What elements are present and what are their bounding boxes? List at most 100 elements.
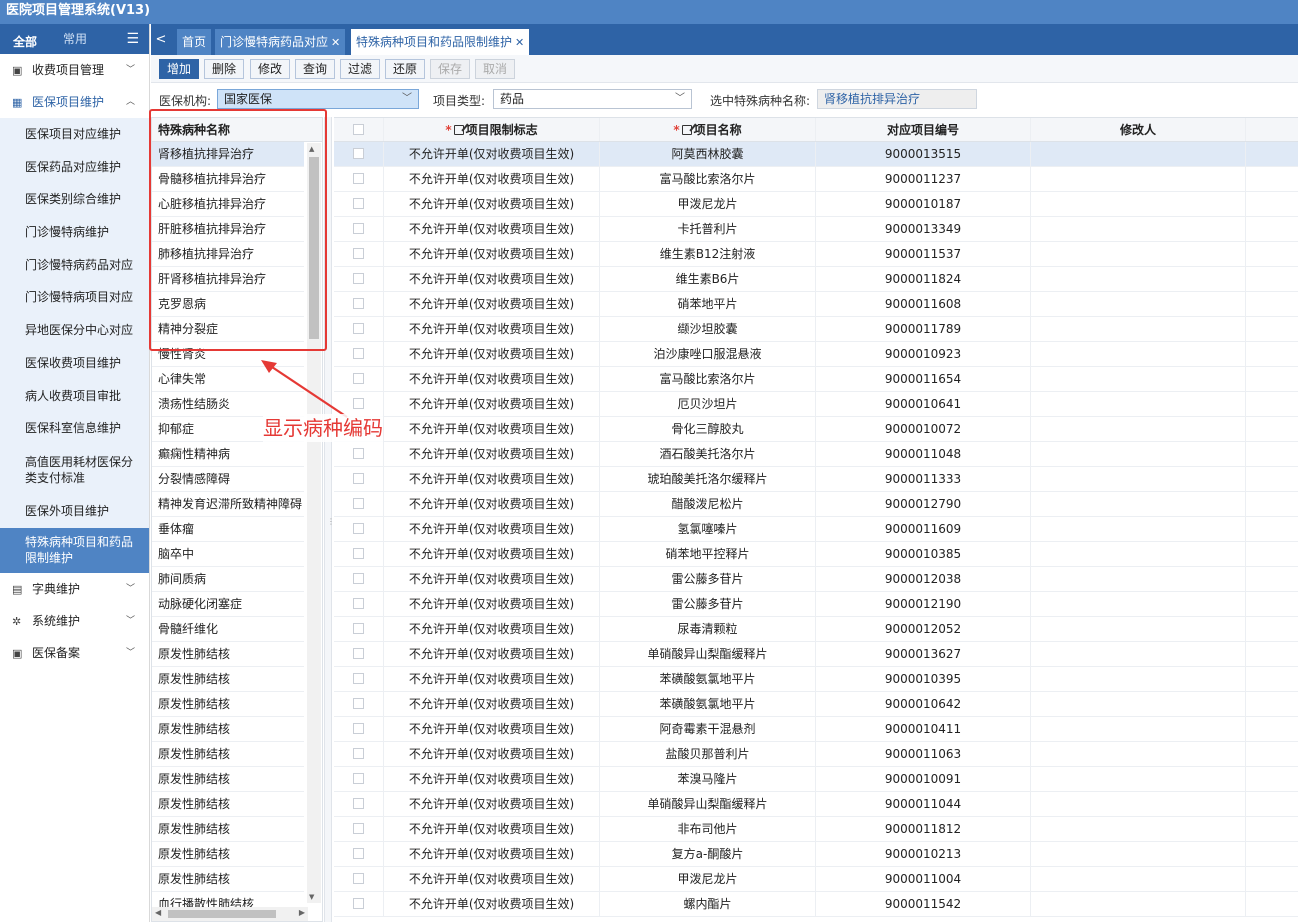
- item-name-cell[interactable]: 硝苯地平片: [600, 292, 816, 316]
- item-code-cell[interactable]: 9000011044: [816, 792, 1031, 816]
- table-row[interactable]: 不允许开单(仅对收费项目生效) 苯溴马隆片 9000010091: [334, 767, 1298, 792]
- item-name-cell[interactable]: 雷公藤多苷片: [600, 592, 816, 616]
- modifier-cell[interactable]: [1031, 842, 1246, 866]
- edit-button[interactable]: 修改: [250, 59, 290, 79]
- disease-list-item[interactable]: 肝脏移植抗排异治疗: [152, 217, 304, 242]
- row-checkbox[interactable]: [334, 717, 384, 741]
- restriction-flag-cell[interactable]: 不允许开单(仅对收费项目生效): [384, 217, 600, 241]
- table-row[interactable]: 不允许开单(仅对收费项目生效) 酒石酸美托洛尔片 9000011048: [334, 442, 1298, 467]
- modifier-cell[interactable]: [1031, 692, 1246, 716]
- modifier-cell[interactable]: [1031, 467, 1246, 491]
- sidebar-item[interactable]: 门诊慢特病项目对应: [0, 281, 149, 314]
- table-row[interactable]: 不允许开单(仅对收费项目生效) 甲泼尼龙片 9000010187: [334, 192, 1298, 217]
- row-checkbox[interactable]: [334, 667, 384, 691]
- item-name-cell[interactable]: 甲泼尼龙片: [600, 867, 816, 891]
- item-name-cell[interactable]: 酒石酸美托洛尔片: [600, 442, 816, 466]
- scrollbar-thumb[interactable]: [168, 910, 276, 918]
- col-restriction-flag[interactable]: * 项目限制标志: [384, 118, 600, 141]
- table-row[interactable]: 不允许开单(仅对收费项目生效) 单硝酸异山梨酯缓释片 9000013627: [334, 642, 1298, 667]
- item-name-cell[interactable]: 甲泼尼龙片: [600, 192, 816, 216]
- row-checkbox[interactable]: [334, 167, 384, 191]
- table-row[interactable]: 不允许开单(仅对收费项目生效) 苯磺酸氨氯地平片 9000010395: [334, 667, 1298, 692]
- restriction-flag-cell[interactable]: 不允许开单(仅对收费项目生效): [384, 192, 600, 216]
- row-checkbox[interactable]: [334, 767, 384, 791]
- disease-list-item[interactable]: 原发性肺结核: [152, 692, 304, 717]
- table-row[interactable]: 不允许开单(仅对收费项目生效) 阿莫西林胶囊 9000013515: [334, 142, 1298, 167]
- restriction-flag-cell[interactable]: 不允许开单(仅对收费项目生效): [384, 642, 600, 666]
- item-name-cell[interactable]: 维生素B6片: [600, 267, 816, 291]
- row-checkbox[interactable]: [334, 392, 384, 416]
- row-checkbox[interactable]: [334, 617, 384, 641]
- row-checkbox[interactable]: [334, 242, 384, 266]
- modifier-cell[interactable]: [1031, 617, 1246, 641]
- table-row[interactable]: 不允许开单(仅对收费项目生效) 醋酸泼尼松片 9000012790: [334, 492, 1298, 517]
- disease-list-item[interactable]: 肾移植抗排异治疗: [152, 142, 304, 167]
- item-code-cell[interactable]: 9000011542: [816, 892, 1031, 916]
- modifier-cell[interactable]: [1031, 717, 1246, 741]
- row-checkbox[interactable]: [334, 692, 384, 716]
- item-name-cell[interactable]: 硝苯地平控释片: [600, 542, 816, 566]
- row-checkbox[interactable]: [334, 842, 384, 866]
- table-row[interactable]: 不允许开单(仅对收费项目生效) 卡托普利片 9000013349: [334, 217, 1298, 242]
- row-checkbox[interactable]: [334, 442, 384, 466]
- sidebar-item[interactable]: 医保科室信息维护: [0, 412, 149, 445]
- item-name-cell[interactable]: 阿奇霉素干混悬剂: [600, 717, 816, 741]
- disease-list-item[interactable]: 原发性肺结核: [152, 767, 304, 792]
- modifier-cell[interactable]: [1031, 242, 1246, 266]
- modifier-cell[interactable]: [1031, 892, 1246, 916]
- sidebar-item[interactable]: 异地医保分中心对应: [0, 314, 149, 347]
- item-code-cell[interactable]: 9000012190: [816, 592, 1031, 616]
- table-row[interactable]: 不允许开单(仅对收费项目生效) 厄贝沙坦片 9000010641: [334, 392, 1298, 417]
- row-checkbox[interactable]: [334, 792, 384, 816]
- restriction-flag-cell[interactable]: 不允许开单(仅对收费项目生效): [384, 467, 600, 491]
- row-checkbox[interactable]: [334, 867, 384, 891]
- disease-list-item[interactable]: 肝肾移植抗排异治疗: [152, 267, 304, 292]
- tab-special-disease[interactable]: 特殊病种项目和药品限制维护 ✕: [351, 29, 530, 55]
- add-button[interactable]: 增加: [159, 59, 199, 79]
- item-code-cell[interactable]: 9000010091: [816, 767, 1031, 791]
- restriction-flag-cell[interactable]: 不允许开单(仅对收费项目生效): [384, 667, 600, 691]
- item-code-cell[interactable]: 9000010385: [816, 542, 1031, 566]
- restriction-flag-cell[interactable]: 不允许开单(仅对收费项目生效): [384, 767, 600, 791]
- item-name-cell[interactable]: 缬沙坦胶囊: [600, 317, 816, 341]
- filter-button[interactable]: 过滤: [340, 59, 380, 79]
- disease-list-item[interactable]: 原发性肺结核: [152, 817, 304, 842]
- sidebar-item[interactable]: 医保药品对应维护: [0, 151, 149, 184]
- row-checkbox[interactable]: [334, 342, 384, 366]
- select-all-checkbox[interactable]: [334, 118, 384, 141]
- restriction-flag-cell[interactable]: 不允许开单(仅对收费项目生效): [384, 792, 600, 816]
- table-row[interactable]: 不允许开单(仅对收费项目生效) 甲泼尼龙片 9000011004: [334, 867, 1298, 892]
- modifier-cell[interactable]: [1031, 867, 1246, 891]
- item-code-cell[interactable]: 9000010395: [816, 667, 1031, 691]
- panel-splitter[interactable]: ⋮: [324, 117, 335, 922]
- item-code-cell[interactable]: 9000011333: [816, 467, 1031, 491]
- col-modifier[interactable]: 修改人: [1031, 118, 1246, 141]
- restriction-flag-cell[interactable]: 不允许开单(仅对收费项目生效): [384, 242, 600, 266]
- disease-list-item[interactable]: 原发性肺结核: [152, 842, 304, 867]
- item-name-cell[interactable]: 苯溴马隆片: [600, 767, 816, 791]
- restriction-flag-cell[interactable]: 不允许开单(仅对收费项目生效): [384, 867, 600, 891]
- modifier-cell[interactable]: [1031, 592, 1246, 616]
- disease-list-item[interactable]: 骨髓纤维化: [152, 617, 304, 642]
- row-checkbox[interactable]: [334, 592, 384, 616]
- table-row[interactable]: 不允许开单(仅对收费项目生效) 硝苯地平控释片 9000010385: [334, 542, 1298, 567]
- disease-list-item[interactable]: 慢性肾炎: [152, 342, 304, 367]
- item-name-cell[interactable]: 富马酸比索洛尔片: [600, 167, 816, 191]
- item-code-cell[interactable]: 9000011004: [816, 867, 1031, 891]
- restriction-flag-cell[interactable]: 不允许开单(仅对收费项目生效): [384, 617, 600, 641]
- row-checkbox[interactable]: [334, 192, 384, 216]
- row-checkbox[interactable]: [334, 317, 384, 341]
- table-row[interactable]: 不允许开单(仅对收费项目生效) 氢氯噻嗪片 9000011609: [334, 517, 1298, 542]
- item-code-cell[interactable]: 9000011048: [816, 442, 1031, 466]
- item-name-cell[interactable]: 骨化三醇胶丸: [600, 417, 816, 441]
- item-name-cell[interactable]: 阿莫西林胶囊: [600, 142, 816, 166]
- modifier-cell[interactable]: [1031, 667, 1246, 691]
- table-row[interactable]: 不允许开单(仅对收费项目生效) 雷公藤多苷片 9000012038: [334, 567, 1298, 592]
- restriction-flag-cell[interactable]: 不允许开单(仅对收费项目生效): [384, 367, 600, 391]
- row-checkbox[interactable]: [334, 142, 384, 166]
- restriction-flag-cell[interactable]: 不允许开单(仅对收费项目生效): [384, 717, 600, 741]
- restriction-flag-cell[interactable]: 不允许开单(仅对收费项目生效): [384, 292, 600, 316]
- disease-list-item[interactable]: 原发性肺结核: [152, 792, 304, 817]
- sidebar-item[interactable]: 医保外项目维护: [0, 495, 149, 528]
- disease-list-item[interactable]: 垂体瘤: [152, 517, 304, 542]
